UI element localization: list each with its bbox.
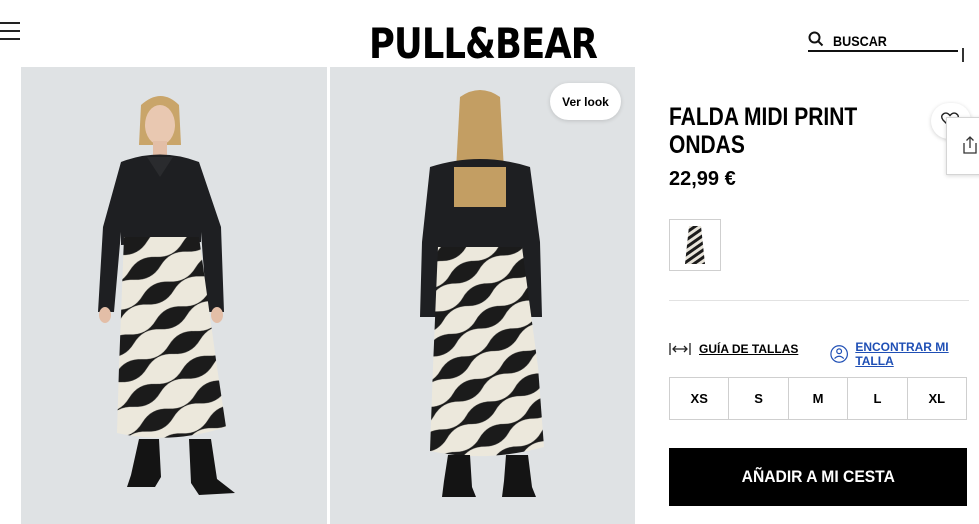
share-button[interactable] — [946, 117, 979, 175]
search-icon — [808, 31, 824, 47]
color-swatch[interactable] — [669, 219, 721, 271]
scroll-edge-marker — [962, 48, 964, 62]
search-input[interactable]: BUSCAR — [808, 30, 958, 52]
product-photo-back[interactable] — [330, 67, 635, 524]
ruler-icon — [669, 343, 691, 355]
ver-look-button[interactable]: Ver look — [550, 83, 621, 120]
add-to-cart-label: AÑADIR A MI CESTA — [741, 467, 895, 486]
model-back-illustration — [330, 67, 635, 524]
add-to-cart-button[interactable]: AÑADIR A MI CESTA — [669, 448, 967, 506]
size-option-m[interactable]: M — [787, 378, 847, 419]
model-front-illustration — [21, 67, 327, 524]
product-photo-front[interactable] — [21, 67, 327, 524]
product-price: 22,99 € — [669, 168, 736, 190]
skirt-thumbnail-icon — [685, 226, 705, 264]
find-my-size-link[interactable]: ENCONTRAR MI TALLA — [830, 340, 979, 368]
hamburger-menu-icon[interactable] — [0, 22, 20, 42]
share-icon — [963, 136, 977, 154]
find-my-size-label: ENCONTRAR MI TALLA — [855, 340, 949, 368]
size-option-xl[interactable]: XL — [906, 378, 966, 419]
size-guide-link[interactable]: GUÍA DE TALLAS — [669, 341, 798, 357]
product-title-line1: FALDA MIDI PRINT — [669, 103, 858, 131]
product-title-line2: ONDAS — [669, 131, 745, 159]
size-option-l[interactable]: L — [847, 378, 906, 419]
size-option-s[interactable]: S — [728, 378, 787, 419]
brand-logo[interactable]: PULL&BEAR — [369, 18, 598, 70]
product-title: FALDA MIDI PRINT ONDAS — [669, 103, 887, 159]
size-guide-label: GUÍA DE TALLAS — [699, 342, 799, 356]
section-divider — [669, 300, 969, 301]
size-option-xs[interactable]: XS — [670, 378, 728, 419]
search-label: BUSCAR — [833, 33, 887, 49]
person-measure-icon — [830, 345, 848, 363]
size-selector: XS S M L XL — [669, 377, 967, 420]
